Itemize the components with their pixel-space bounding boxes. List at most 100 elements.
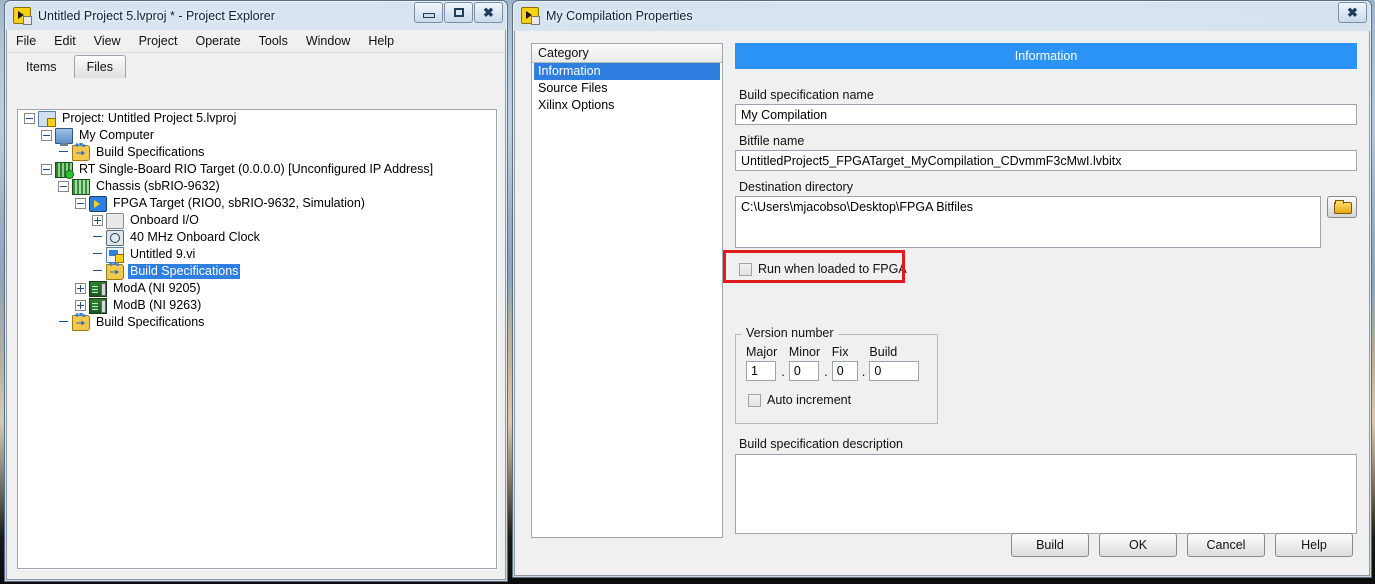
tree-item-label: My Computer <box>79 128 155 142</box>
version-number-group: Version number Major 1 . Minor 0 . Fix 0… <box>735 326 938 424</box>
close-icon: ✖ <box>1347 5 1358 20</box>
menu-item-tools[interactable]: Tools <box>259 32 297 50</box>
collapse-icon[interactable] <box>75 198 86 209</box>
expand-icon[interactable] <box>92 215 103 226</box>
version-major-label: Major <box>746 345 778 359</box>
tree-item[interactable]: ModA (NI 9205) <box>18 280 496 297</box>
tree-item[interactable]: Chassis (sbRIO-9632) <box>18 178 496 195</box>
version-number-title: Version number <box>742 326 838 340</box>
menu-item-window[interactable]: Window <box>306 32 359 50</box>
menu-item-view[interactable]: View <box>94 32 130 50</box>
ok-button[interactable]: OK <box>1099 533 1177 557</box>
version-major-field: Major 1 <box>746 345 777 381</box>
tree-item[interactable]: My Computer <box>18 127 496 146</box>
auto-increment-checkbox[interactable] <box>748 393 761 407</box>
tab-files[interactable]: Files <box>73 55 126 78</box>
browse-directory-button[interactable] <box>1327 196 1357 218</box>
tree-item-label: Project: Untitled Project 5.lvproj <box>62 111 237 125</box>
menu-bar: File Edit View Project Operate Tools Window Hel… <box>7 30 505 53</box>
restore-icon <box>453 8 464 17</box>
category-item-label: Source Files <box>538 81 608 95</box>
tree-item[interactable]: Build Specifications <box>18 261 496 280</box>
tree-item[interactable]: FPGA Target (RIO0, sbRIO-9632, Simulatio… <box>18 195 496 212</box>
bitfile-name-label: Bitfile name <box>739 134 805 148</box>
project-tree[interactable]: Project: Untitled Project 5.lvproj My Com… <box>17 109 497 569</box>
version-build-input[interactable]: 0 <box>869 361 920 381</box>
collapse-icon[interactable] <box>41 130 52 141</box>
category-item-source-files[interactable]: Source Files <box>534 80 720 97</box>
version-minor-field: Minor 0 <box>788 345 820 381</box>
version-fix-input[interactable]: 0 <box>831 361 858 381</box>
tree-item[interactable]: RT Single-Board RIO Target (0.0.0.0) [Un… <box>18 161 496 179</box>
labview-project-icon <box>13 7 32 25</box>
project-explorer-titlebar: Untitled Project 5.lvproj * - Project Ex… <box>5 1 507 30</box>
project-explorer-window: Untitled Project 5.lvproj * - Project Ex… <box>4 0 508 582</box>
auto-increment-row[interactable]: Auto increment <box>736 381 937 407</box>
section-header-label: Information <box>1014 49 1078 63</box>
close-button[interactable]: ✖ <box>474 2 503 23</box>
collapse-icon[interactable] <box>24 113 35 124</box>
expand-icon[interactable] <box>75 300 86 311</box>
project-icon <box>38 110 56 127</box>
expand-icon[interactable] <box>75 283 86 294</box>
description-section: Build specification description <box>735 437 1357 534</box>
run-when-loaded-to-fpga-row[interactable]: Run when loaded to FPGA <box>739 262 1357 276</box>
tree-item-label: RT Single-Board RIO Target (0.0.0.0) [Un… <box>79 162 434 176</box>
dialog-window-controls: ✖ <box>1337 2 1367 23</box>
close-icon: ✖ <box>483 5 494 20</box>
category-item-xilinx-options[interactable]: Xilinx Options <box>534 97 720 114</box>
restore-button[interactable] <box>444 2 473 23</box>
menu-item-project[interactable]: Project <box>139 32 187 50</box>
tree-item[interactable]: Build Specifications <box>18 142 496 161</box>
clock-icon <box>106 229 124 246</box>
project-explorer-body: File Edit View Project Operate Tools Window Hel… <box>6 30 506 580</box>
category-item-label: Xilinx Options <box>538 98 615 112</box>
run-when-loaded-to-fpga-checkbox[interactable] <box>739 262 752 276</box>
category-list[interactable]: Category Information Source Files Xilinx O… <box>531 43 723 538</box>
tree-item[interactable]: Untitled 9.vi <box>18 246 496 263</box>
menu-item-edit[interactable]: Edit <box>54 32 85 50</box>
destination-directory-input[interactable]: C:\Users\mjacobso\Desktop\FPGA Bitfiles <box>735 196 1321 248</box>
collapse-icon[interactable] <box>41 164 52 175</box>
auto-increment-label: Auto increment <box>767 393 852 407</box>
tree-item-label: Build Specifications <box>128 264 241 279</box>
version-major-input[interactable]: 1 <box>746 361 776 381</box>
version-minor-input[interactable]: 0 <box>788 361 819 381</box>
run-when-loaded-to-fpga-label: Run when loaded to FPGA <box>758 262 907 276</box>
tree-item-label: Build Specifications <box>96 315 205 329</box>
collapse-icon[interactable] <box>58 181 69 192</box>
dialog-close-button[interactable]: ✖ <box>1338 2 1367 23</box>
menu-item-file[interactable]: File <box>16 32 45 50</box>
version-dot-2: . <box>824 364 828 379</box>
description-textarea[interactable] <box>735 454 1357 534</box>
menu-item-operate[interactable]: Operate <box>195 32 249 50</box>
minimize-button[interactable] <box>414 2 443 23</box>
tree-item[interactable]: Onboard I/O <box>18 212 496 229</box>
help-button[interactable]: Help <box>1275 533 1353 557</box>
destination-directory-row: C:\Users\mjacobso\Desktop\FPGA Bitfiles <box>735 196 1357 248</box>
properties-dialog-titlebar: My Compilation Properties ✖ <box>513 1 1371 30</box>
version-build-field: Build 0 <box>869 345 920 381</box>
button-label: Cancel <box>1206 538 1246 552</box>
module-icon <box>89 280 107 297</box>
build-button[interactable]: Build <box>1011 533 1089 557</box>
tree-item[interactable]: 40 MHz Onboard Clock <box>18 229 496 246</box>
tree-item[interactable]: ModB (NI 9263) <box>18 297 496 314</box>
tree-item[interactable]: Build Specifications <box>18 312 496 331</box>
version-build-label: Build <box>869 345 898 359</box>
category-item-information[interactable]: Information <box>534 63 720 80</box>
bitfile-name-input[interactable]: UntitledProject5_FPGATarget_MyCompilatio… <box>735 150 1357 171</box>
description-label: Build specification description <box>739 437 903 451</box>
project-explorer-title: Untitled Project 5.lvproj * - Project Ex… <box>38 8 275 23</box>
cancel-button[interactable]: Cancel <box>1187 533 1265 557</box>
build-spec-name-input[interactable]: My Compilation <box>735 104 1357 125</box>
properties-dialog-title: My Compilation Properties <box>546 8 693 23</box>
category-items: Information Source Files Xilinx Options <box>532 63 722 114</box>
version-dot-3: . <box>861 364 866 379</box>
tree-leaf-spacer <box>58 317 69 328</box>
menu-item-help[interactable]: Help <box>368 32 403 50</box>
tab-items[interactable]: Items <box>15 55 72 78</box>
information-fields: Build specification name My Compilation … <box>735 79 1357 276</box>
tree-item[interactable]: Project: Untitled Project 5.lvproj <box>18 110 496 127</box>
tree-leaf-spacer <box>58 147 69 158</box>
